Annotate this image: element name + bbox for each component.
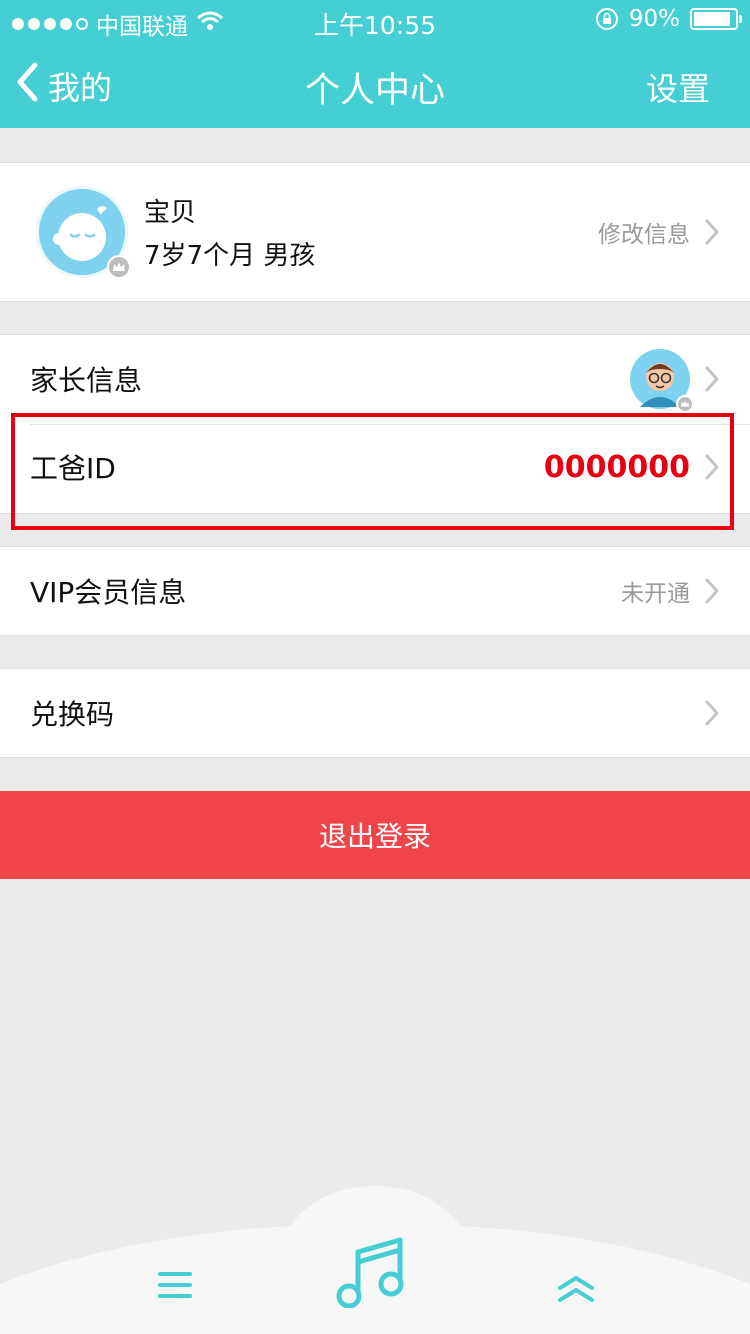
chevron-right-icon (704, 218, 720, 246)
vip-row[interactable]: VIP会员信息 未开通 (0, 547, 750, 635)
chevron-right-icon (704, 453, 720, 481)
parent-info-label: 家长信息 (30, 364, 143, 397)
gongba-id-value: 0000000 (543, 449, 690, 485)
crown-badge-icon (107, 255, 131, 279)
navbar: 我的 个人中心 设置 (0, 40, 750, 128)
menu-button[interactable] (157, 1270, 193, 1300)
battery-percent: 90% (628, 6, 680, 32)
edit-info-label: 修改信息 (598, 222, 690, 248)
parent-info-right (630, 335, 720, 423)
parent-avatar (630, 349, 694, 413)
chevron-left-icon (16, 62, 38, 110)
profile-name: 宝贝 (144, 198, 197, 228)
menu-icon (158, 1272, 192, 1298)
double-chevron-up-icon (558, 1276, 594, 1302)
crown-badge-icon (676, 395, 694, 413)
settings-button[interactable]: 设置 (646, 64, 710, 110)
scroll-up-button[interactable] (556, 1274, 596, 1304)
vip-label: VIP会员信息 (30, 576, 187, 609)
profile-row[interactable]: 宝贝 7岁7个月 男孩 修改信息 (0, 163, 750, 301)
profile-section: 宝贝 7岁7个月 男孩 修改信息 (0, 162, 750, 302)
avatar (36, 186, 131, 279)
music-note-icon (336, 1237, 404, 1308)
bottom-bar (0, 1186, 750, 1334)
back-button[interactable]: 我的 (16, 62, 112, 110)
logout-button[interactable]: 退出登录 (0, 791, 750, 879)
redeem-label: 兑换码 (30, 698, 115, 731)
header: 中国联通 上午10:55 90% 我的 个人中心 设置 (0, 0, 750, 128)
profile-right: 修改信息 (598, 163, 720, 301)
rotation-lock-icon (595, 7, 619, 31)
redeem-section: 兑换码 (0, 668, 750, 758)
vip-status: 未开通 (621, 581, 690, 607)
status-right: 90% (595, 6, 742, 32)
gongba-id-row[interactable]: 工爸ID 0000000 (0, 423, 750, 511)
redeem-row[interactable]: 兑换码 (0, 669, 750, 757)
status-bar: 中国联通 上午10:55 90% (0, 0, 750, 40)
chevron-right-icon (704, 699, 720, 727)
profile-details: 7岁7个月 男孩 (144, 241, 316, 271)
music-button[interactable] (332, 1236, 408, 1308)
battery-icon (690, 8, 742, 30)
page-title: 个人中心 (304, 71, 445, 111)
vip-right: 未开通 (621, 547, 720, 635)
chevron-right-icon (704, 365, 720, 393)
gongba-id-label: 工爸ID (30, 452, 116, 485)
parent-section: 家长信息 工爸ID 0000000 (0, 334, 750, 514)
gongba-id-right: 0000000 (544, 423, 720, 511)
back-label: 我的 (48, 69, 113, 107)
redeem-right (704, 669, 720, 757)
battery-fill (694, 12, 730, 26)
chevron-right-icon (704, 577, 720, 605)
parent-info-row[interactable]: 家长信息 (0, 335, 750, 423)
profile-text: 宝贝 7岁7个月 男孩 (144, 192, 315, 272)
vip-section: VIP会员信息 未开通 (0, 546, 750, 636)
